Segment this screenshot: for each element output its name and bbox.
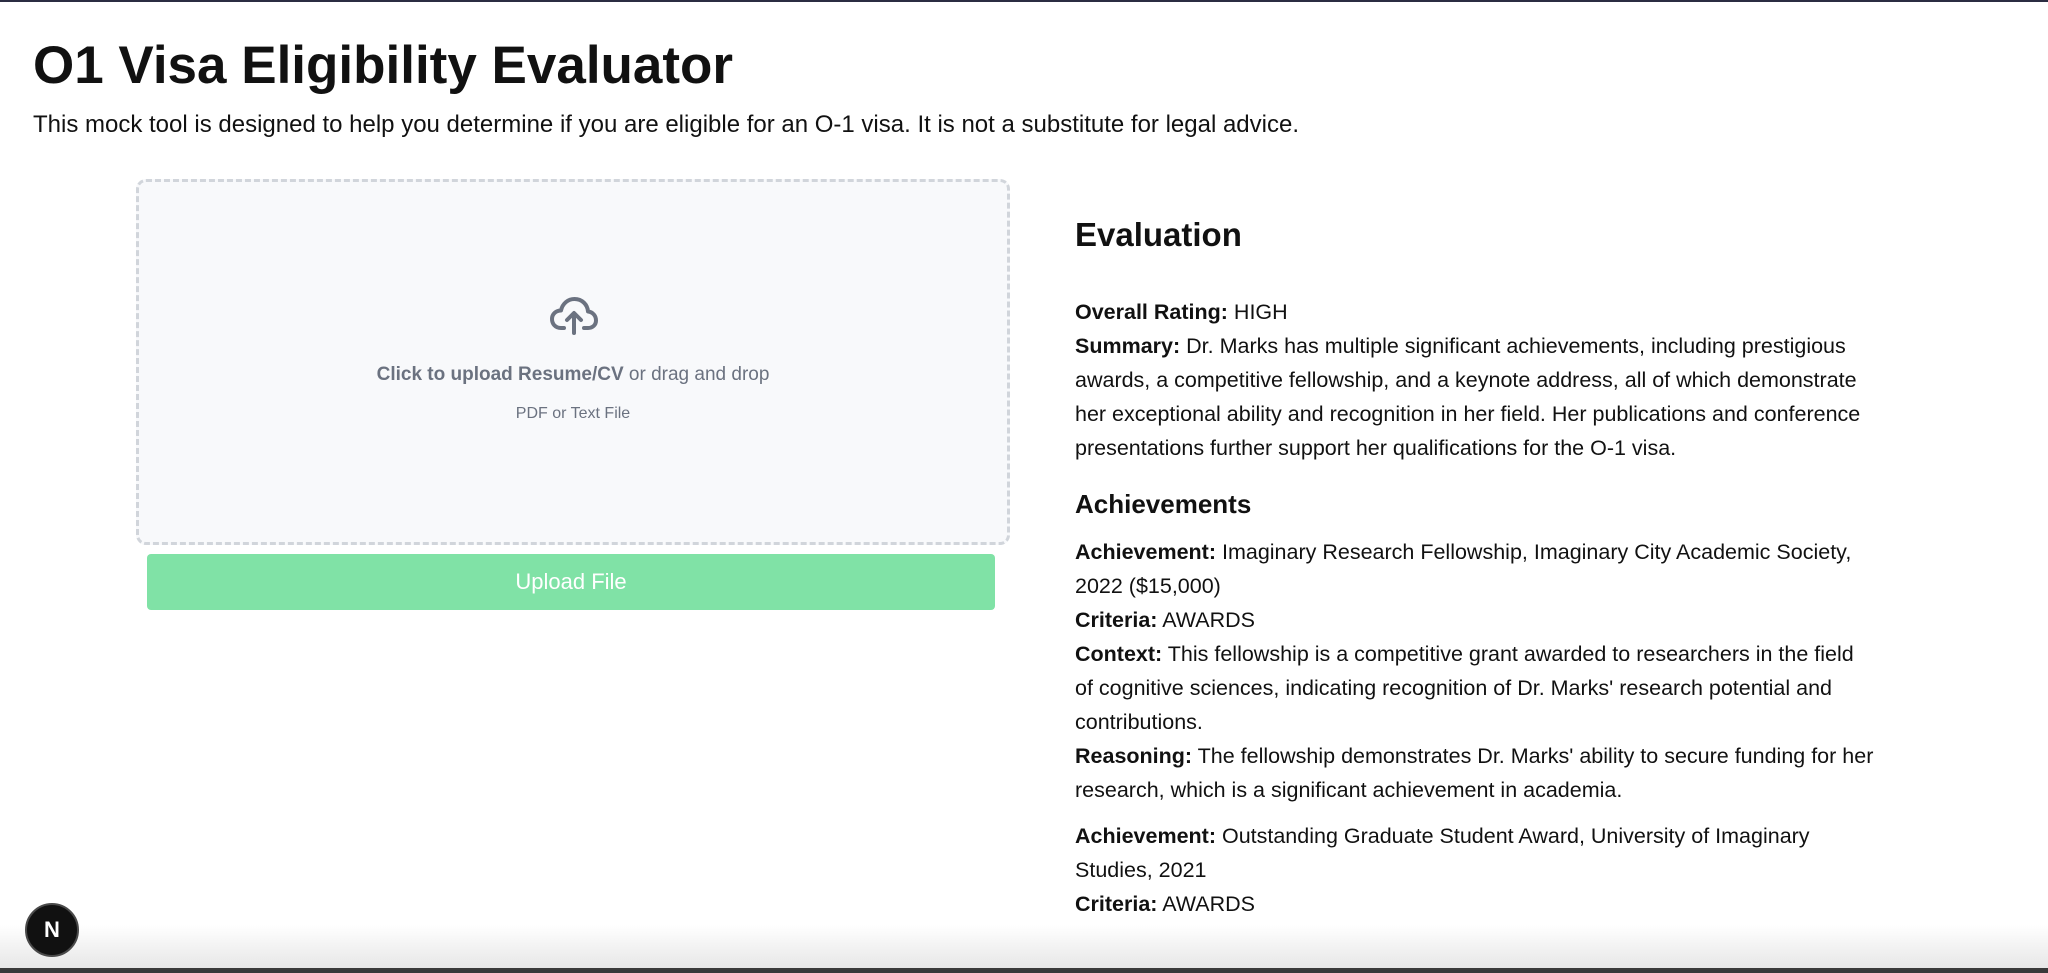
upload-instructions: Click to upload Resume/CV or drag and dr… (139, 363, 1007, 387)
context-value: This fellowship is a competitive grant a… (1075, 642, 1854, 734)
page: O1 Visa Eligibility Evaluator This mock … (0, 0, 2048, 973)
nextjs-logo-icon[interactable]: N (25, 903, 79, 957)
achievement-label: Achievement: (1075, 824, 1216, 848)
upload-file-button[interactable]: Upload File (147, 554, 995, 610)
cloud-upload-icon (550, 297, 598, 335)
evaluation-heading: Evaluation (1075, 216, 1242, 253)
summary-text: Dr. Marks has multiple significant achie… (1075, 334, 1861, 460)
summary: Summary: Dr. Marks has multiple signific… (1075, 329, 1875, 465)
dev-badge-letter: N (44, 917, 60, 942)
achievement-reasoning: Reasoning: The fellowship demonstrates D… (1075, 739, 1875, 807)
reasoning-label: Reasoning: (1075, 744, 1193, 768)
achievement-item: Achievement: Outstanding Graduate Studen… (1075, 819, 1875, 921)
achievement-title: Achievement: Outstanding Graduate Studen… (1075, 819, 1875, 887)
overall-rating-label: Overall Rating: (1075, 300, 1228, 324)
context-label: Context: (1075, 642, 1163, 666)
summary-label: Summary: (1075, 334, 1181, 358)
achievement-criteria: Criteria: AWARDS (1075, 887, 1875, 921)
upload-file-types: PDF or Text File (515, 405, 631, 422)
page-subtitle: This mock tool is designed to help you d… (33, 111, 1299, 138)
achievement-title: Achievement: Imaginary Research Fellowsh… (1075, 535, 1875, 603)
overall-rating: Overall Rating: HIGH (1075, 295, 1875, 329)
reasoning-value: The fellowship demonstrates Dr. Marks' a… (1075, 744, 1874, 802)
evaluation-panel: Evaluation Overall Rating: HIGH Summary:… (1075, 210, 1875, 933)
achievements-heading: Achievements (1075, 489, 1252, 519)
achievement-context: Context: This fellowship is a competitiv… (1075, 637, 1875, 739)
criteria-label: Criteria: (1075, 892, 1158, 916)
page-title: O1 Visa Eligibility Evaluator (33, 36, 734, 95)
criteria-value: AWARDS (1157, 892, 1256, 916)
top-border (0, 0, 2048, 2)
achievement-item: Achievement: Imaginary Research Fellowsh… (1075, 535, 1875, 807)
file-dropzone[interactable]: Click to upload Resume/CV or drag and dr… (136, 179, 1010, 545)
criteria-value: AWARDS (1157, 608, 1256, 632)
achievement-label: Achievement: (1075, 540, 1216, 564)
upload-drag-text: or drag and drop (623, 364, 770, 385)
achievement-criteria: Criteria: AWARDS (1075, 603, 1875, 637)
overall-rating-value: HIGH (1227, 300, 1288, 324)
bottom-bar (0, 968, 2048, 973)
upload-click-text: Click to upload Resume/CV (376, 364, 624, 385)
criteria-label: Criteria: (1075, 608, 1158, 632)
